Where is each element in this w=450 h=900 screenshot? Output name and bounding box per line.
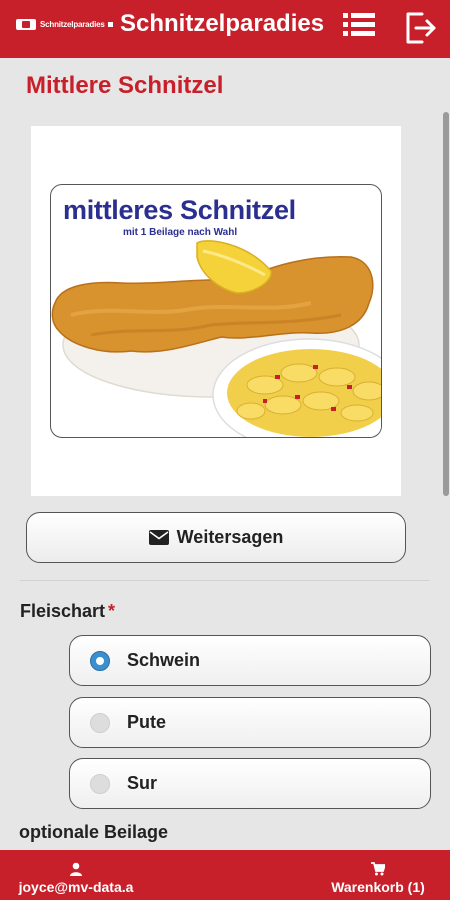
scrollbar[interactable]: [443, 112, 449, 496]
cart-label: Warenkorb (1): [331, 879, 425, 895]
optional-side-label: optionale Beilage: [19, 822, 169, 842]
meat-option-sur[interactable]: Sur: [69, 758, 431, 809]
meat-option-label: Sur: [127, 773, 158, 793]
radio-unchecked-icon: [90, 713, 110, 733]
user-icon: [70, 862, 82, 876]
product-image-card: mittleres Schnitzel mit 1 Beilage nach W…: [31, 126, 401, 496]
meat-option-label: Schwein: [127, 650, 201, 670]
app-title: Schnitzelparadies: [120, 10, 325, 37]
required-mark: *: [108, 601, 116, 621]
radio-checked-icon: [90, 651, 110, 671]
share-button-label: Weitersagen: [176, 527, 284, 547]
bottom-bar: joyce@mv-data.a Warenkorb (1): [0, 850, 450, 900]
cart-button[interactable]: Warenkorb (1): [322, 850, 434, 900]
list-menu-icon[interactable]: [337, 6, 381, 50]
account-button[interactable]: joyce@mv-data.a: [10, 850, 142, 900]
meat-option-label: Pute: [127, 712, 167, 732]
meat-option-schwein[interactable]: Schwein: [69, 635, 431, 686]
app-header: Schnitzelparadies Schnitzelparadies: [0, 0, 450, 58]
meat-type-label-text: Fleischart: [20, 601, 106, 621]
logo-dot-icon: [107, 21, 113, 27]
account-label: joyce@mv-data.a: [18, 879, 134, 895]
product-image: mittleres Schnitzel mit 1 Beilage nach W…: [50, 184, 382, 438]
logout-icon[interactable]: [398, 6, 442, 50]
brand-logo: Schnitzelparadies: [16, 16, 116, 32]
radio-unchecked-icon: [90, 774, 110, 794]
cart-icon: [371, 862, 385, 876]
logo-mark-icon: [16, 18, 36, 30]
envelope-icon: [148, 530, 169, 545]
divider: [20, 580, 430, 581]
share-button[interactable]: Weitersagen: [26, 512, 406, 563]
meat-type-label: Fleischart *: [20, 601, 115, 622]
meat-option-pute[interactable]: Pute: [69, 697, 431, 748]
product-title: Mittlere Schnitzel: [26, 72, 224, 99]
schnitzel-photo: [51, 240, 381, 437]
logo-text: Schnitzelparadies: [40, 19, 105, 29]
